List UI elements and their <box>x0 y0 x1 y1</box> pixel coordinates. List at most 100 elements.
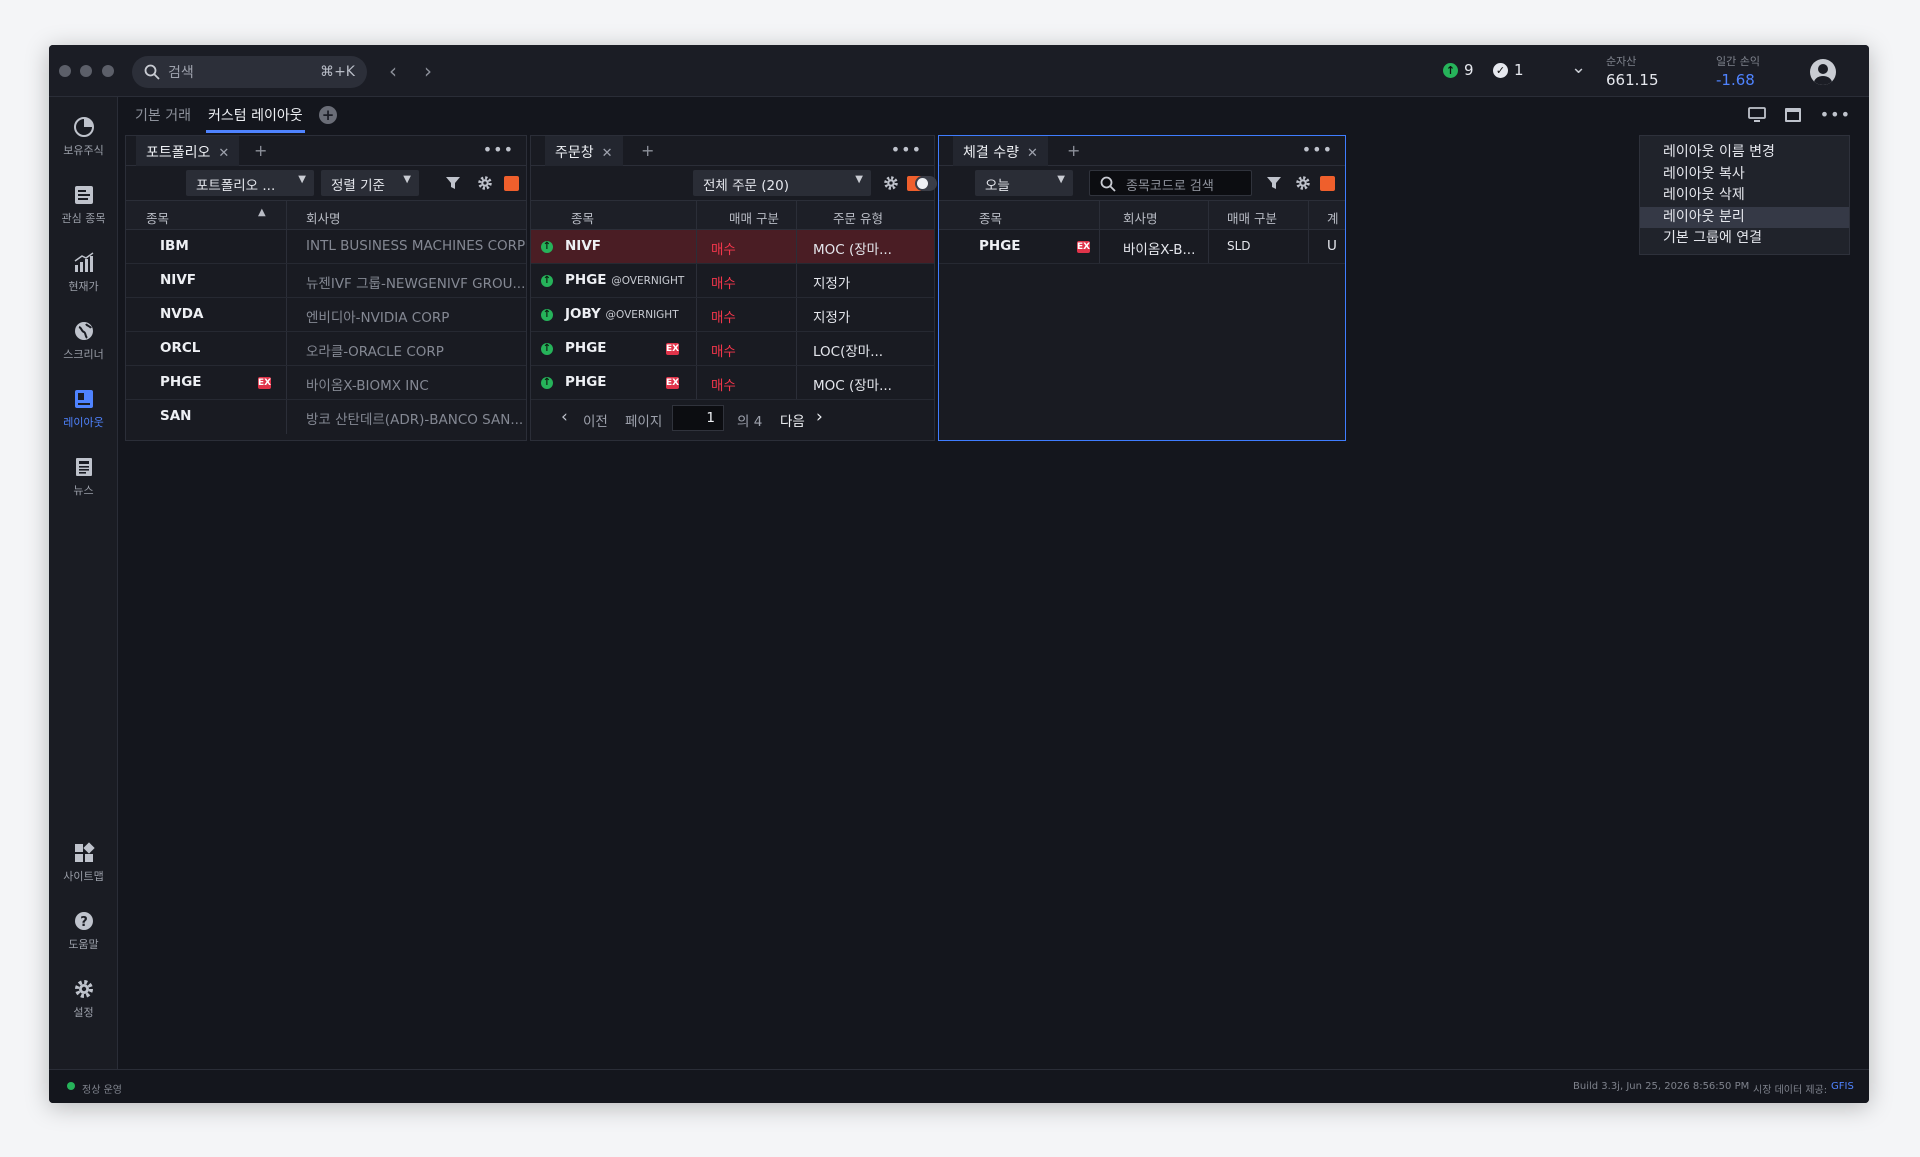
window-maximize-dot[interactable] <box>102 65 114 77</box>
close-icon[interactable]: ✕ <box>218 146 229 161</box>
tab-portfolio[interactable]: 포트폴리오 ✕ <box>136 136 240 166</box>
ex-badge: EX <box>1077 241 1091 253</box>
orders-pager: ‹ 이전 페이지 1 의 4 다음 › <box>531 405 934 435</box>
sidebar-item-price[interactable]: 현재가 <box>49 251 118 294</box>
globe-icon <box>74 322 93 340</box>
more-options-icon[interactable]: ••• <box>1302 140 1333 159</box>
col-side-header[interactable]: 매매 구분 <box>729 208 779 227</box>
table-row[interactable]: NIVF 뉴젠IVF 그룹-NEWGENIVF GROU... <box>126 264 526 298</box>
window-close-dot[interactable] <box>59 65 71 77</box>
col-name-header[interactable]: 회사명 <box>1123 208 1158 227</box>
sidebar-item-screener[interactable]: 스크리너 <box>49 319 118 362</box>
sidebar-item-holdings[interactable]: 보유주식 <box>49 115 118 158</box>
status-up-indicator[interactable]: ↑ 9 <box>1443 61 1474 79</box>
period-select[interactable]: 오늘 ▼ <box>975 170 1073 196</box>
sidebar-item-watchlist[interactable]: 관심 종목 <box>49 183 118 226</box>
back-arrow-icon[interactable]: ‹ <box>389 59 397 83</box>
next-page-button[interactable]: 다음 <box>780 410 805 430</box>
window-icon[interactable] <box>1784 107 1802 123</box>
symbol-search-input[interactable]: 종목코드로 검색 <box>1089 170 1252 196</box>
filter-icon[interactable] <box>1265 174 1283 192</box>
sidebar-item-label: 레이아웃 <box>63 416 104 429</box>
daily-pl-label: 일간 손익 <box>1716 55 1760 68</box>
row-side: 매수 <box>711 310 736 326</box>
col-type-header[interactable]: 주문 유형 <box>833 208 883 227</box>
table-row[interactable]: ↑ PHGE EX 매수 LOC(장마... <box>531 332 934 366</box>
gear-icon[interactable] <box>1294 174 1312 192</box>
link-icon[interactable] <box>1320 176 1335 191</box>
col-symbol-header[interactable]: 종목 <box>571 208 594 227</box>
global-search-input[interactable]: 검색 ⌘+K <box>132 56 367 88</box>
link-icon[interactable] <box>504 176 519 191</box>
table-row[interactable]: PHGE EX 바이옴X-BIOMX INC <box>126 366 526 400</box>
daily-pl-value: -1.68 <box>1716 71 1755 89</box>
table-row[interactable]: ORCL 오라클-ORACLE CORP <box>126 332 526 366</box>
tab-custom-layout[interactable]: 커스텀 레이아웃 <box>206 105 305 133</box>
add-tab-icon[interactable]: + <box>254 141 267 160</box>
toggle-switch[interactable] <box>915 176 937 191</box>
prev-page-button[interactable]: 이전 <box>583 410 608 430</box>
close-icon[interactable]: ✕ <box>1027 146 1038 161</box>
filter-icon[interactable] <box>444 174 462 192</box>
tab-fills[interactable]: 체결 수량 ✕ <box>953 136 1048 166</box>
menu-item-detach-layout[interactable]: 레이아웃 분리 <box>1640 206 1849 228</box>
col-symbol-header[interactable]: 종목 <box>146 208 169 227</box>
arrow-up-icon: ↑ <box>541 241 553 253</box>
menu-item-copy-layout[interactable]: 레이아웃 복사 <box>1640 164 1849 186</box>
menu-item-rename-layout[interactable]: 레이아웃 이름 변경 <box>1640 142 1849 164</box>
table-row[interactable]: ↑ PHGE @OVERNIGHT 매수 지정가 <box>531 264 934 298</box>
sidebar-item-news[interactable]: 뉴스 <box>49 455 118 498</box>
chevron-down-icon[interactable]: ⌄ <box>1571 57 1586 78</box>
sidebar-item-label: 스크리너 <box>63 348 104 361</box>
add-layout-icon[interactable]: + <box>319 106 337 124</box>
watchlist-icon <box>74 186 93 204</box>
close-icon[interactable]: ✕ <box>602 146 613 161</box>
chevron-right-icon[interactable]: › <box>816 407 823 427</box>
table-row[interactable]: PHGE EX 바이옴X-B... SLD U <box>939 230 1345 264</box>
more-options-icon[interactable]: ••• <box>483 140 514 159</box>
table-row[interactable]: SAN 방코 산탄데르(ADR)-BANCO SAN... <box>126 400 526 434</box>
col-side-header[interactable]: 매매 구분 <box>1227 208 1277 227</box>
more-options-icon[interactable]: ••• <box>891 140 922 159</box>
add-tab-icon[interactable]: + <box>641 141 654 160</box>
gear-icon[interactable] <box>882 174 900 192</box>
sidebar-item-sitemap[interactable]: 사이트맵 <box>49 841 118 884</box>
table-row[interactable]: ↑ NIVF 매수 MOC (장마... <box>531 230 934 264</box>
sidebar-item-help[interactable]: ? 도움말 <box>49 909 118 952</box>
page-number-input[interactable]: 1 <box>672 405 724 431</box>
sort-select[interactable]: 정렬 기준 ▼ <box>321 170 419 196</box>
sidebar-item-layout[interactable]: 레이아웃 <box>49 387 118 430</box>
row-symbol: PHGE <box>565 272 607 288</box>
arrow-up-icon: ↑ <box>1443 62 1458 78</box>
sort-icon[interactable]: ▲ <box>258 207 266 218</box>
row-order-type: LOC(장마... <box>813 344 884 360</box>
user-avatar[interactable] <box>1810 59 1836 85</box>
table-row[interactable]: NVDA 엔비디아-NVIDIA CORP <box>126 298 526 332</box>
status-check-indicator[interactable]: ✓ 1 <box>1493 61 1524 79</box>
chevron-left-icon[interactable]: ‹ <box>561 407 568 427</box>
table-row[interactable]: ↑ PHGE EX 매수 MOC (장마... <box>531 366 934 400</box>
add-tab-icon[interactable]: + <box>1067 141 1080 160</box>
layout-context-menu: 레이아웃 이름 변경 레이아웃 복사 레이아웃 삭제 레이아웃 분리 기본 그룹… <box>1639 135 1850 255</box>
col-account-header[interactable]: 계 <box>1327 208 1339 227</box>
tab-basic-trading[interactable]: 기본 거래 <box>135 105 191 125</box>
search-shortcut: ⌘+K <box>320 64 355 80</box>
monitor-icon[interactable] <box>1747 106 1766 123</box>
portfolio-select[interactable]: 포트폴리오 ... ▼ <box>186 170 314 196</box>
table-row[interactable]: IBM INTL BUSINESS MACHINES CORP <box>126 230 526 264</box>
menu-item-delete-layout[interactable]: 레이아웃 삭제 <box>1640 185 1849 207</box>
table-row[interactable]: ↑ JOBY @OVERNIGHT 매수 지정가 <box>531 298 934 332</box>
col-name-header[interactable]: 회사명 <box>306 208 341 227</box>
forward-arrow-icon[interactable]: › <box>424 59 432 83</box>
data-provider-link[interactable]: GFIS <box>1831 1081 1854 1092</box>
layout-icon <box>74 390 93 408</box>
sidebar-item-settings[interactable]: 설정 <box>49 977 118 1020</box>
col-symbol-header[interactable]: 종목 <box>979 208 1002 227</box>
more-options-icon[interactable]: ••• <box>1820 105 1851 124</box>
gear-icon[interactable] <box>476 174 494 192</box>
help-icon: ? <box>74 912 93 930</box>
order-filter-select[interactable]: 전체 주문 (20) ▼ <box>693 170 871 196</box>
tab-orders[interactable]: 주문창 ✕ <box>545 136 623 166</box>
window-minimize-dot[interactable] <box>80 65 92 77</box>
menu-item-link-default-group[interactable]: 기본 그룹에 연결 <box>1640 228 1849 250</box>
